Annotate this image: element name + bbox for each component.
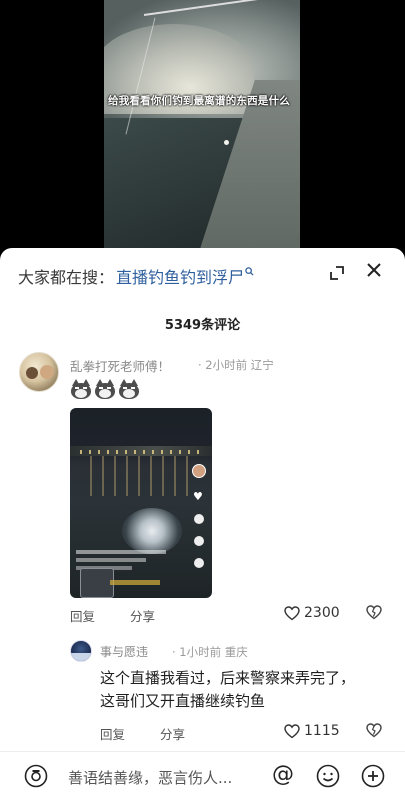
video-player[interactable]: 给我看看你们钓到最离谱的东西是什么 (0, 0, 405, 258)
share-button[interactable]: 分享 (130, 606, 155, 625)
heart-icon (284, 605, 300, 620)
cat-emoji-icon (118, 378, 140, 400)
heart-icon (284, 723, 300, 738)
trending-search-prefix: 大家都在搜： (18, 268, 115, 287)
comment-input-bar: 善语结善缘，恶言伤人... @ (0, 751, 405, 800)
avatar[interactable] (70, 640, 92, 662)
comment-count: 5349条评论 (164, 318, 241, 333)
mention-icon[interactable]: @ (272, 762, 294, 788)
like-count: 2300 (304, 605, 340, 621)
like-count: 1115 (304, 723, 340, 739)
cat-emoji-icon (94, 378, 116, 400)
reply-meta: · 1小时前 重庆 (172, 645, 248, 659)
trending-search[interactable]: 大家都在搜： 直播钓鱼钓到浮尸 (18, 264, 405, 288)
emoji-row (70, 378, 140, 400)
add-icon[interactable] (361, 764, 385, 788)
like-button[interactable]: 1115 (284, 723, 340, 739)
dislike-button[interactable] (366, 723, 382, 742)
like-button[interactable]: 2300 (284, 605, 340, 621)
reply-username[interactable]: 事与愿违 (100, 643, 148, 660)
fishing-bobber (224, 140, 229, 145)
reply-text: 这个直播我看过，后来警察来弄完了，这哥们又开直播继续钓鱼 (100, 669, 356, 710)
broken-heart-icon (366, 723, 382, 738)
close-icon[interactable] (364, 262, 384, 282)
emoji-icon[interactable] (316, 764, 340, 788)
reply-button[interactable]: 回复 (100, 724, 125, 743)
camera-icon[interactable] (24, 764, 48, 788)
expand-icon[interactable] (328, 264, 346, 282)
trending-search-link[interactable]: 直播钓鱼钓到浮尸 (116, 264, 244, 288)
broken-heart-icon (366, 605, 382, 620)
comment-actions: 回复 分享 2300 (70, 605, 383, 625)
reply-actions: 回复 分享 1115 (100, 723, 383, 743)
comment-username[interactable]: 乱拳打死老师傅！ (70, 356, 170, 375)
avatar[interactable] (19, 352, 59, 392)
cat-emoji-icon (70, 378, 92, 400)
comment-image[interactable]: ♥ (70, 408, 212, 598)
video-caption: 给我看看你们钓到最离谱的东西是什么 (108, 95, 290, 107)
share-button[interactable]: 分享 (160, 724, 185, 743)
reply-button[interactable]: 回复 (70, 606, 95, 625)
dislike-button[interactable] (366, 605, 382, 624)
comment-input[interactable]: 善语结善缘，恶言伤人... (68, 767, 232, 788)
comment-meta: · 2小时前 辽宁 (198, 358, 274, 372)
video-frame (104, 0, 300, 258)
comment-sheet: 大家都在搜： 直播钓鱼钓到浮尸 5349条评论 乱拳打死老师傅！ · 2小时前 … (0, 248, 405, 800)
search-icon (245, 266, 254, 279)
